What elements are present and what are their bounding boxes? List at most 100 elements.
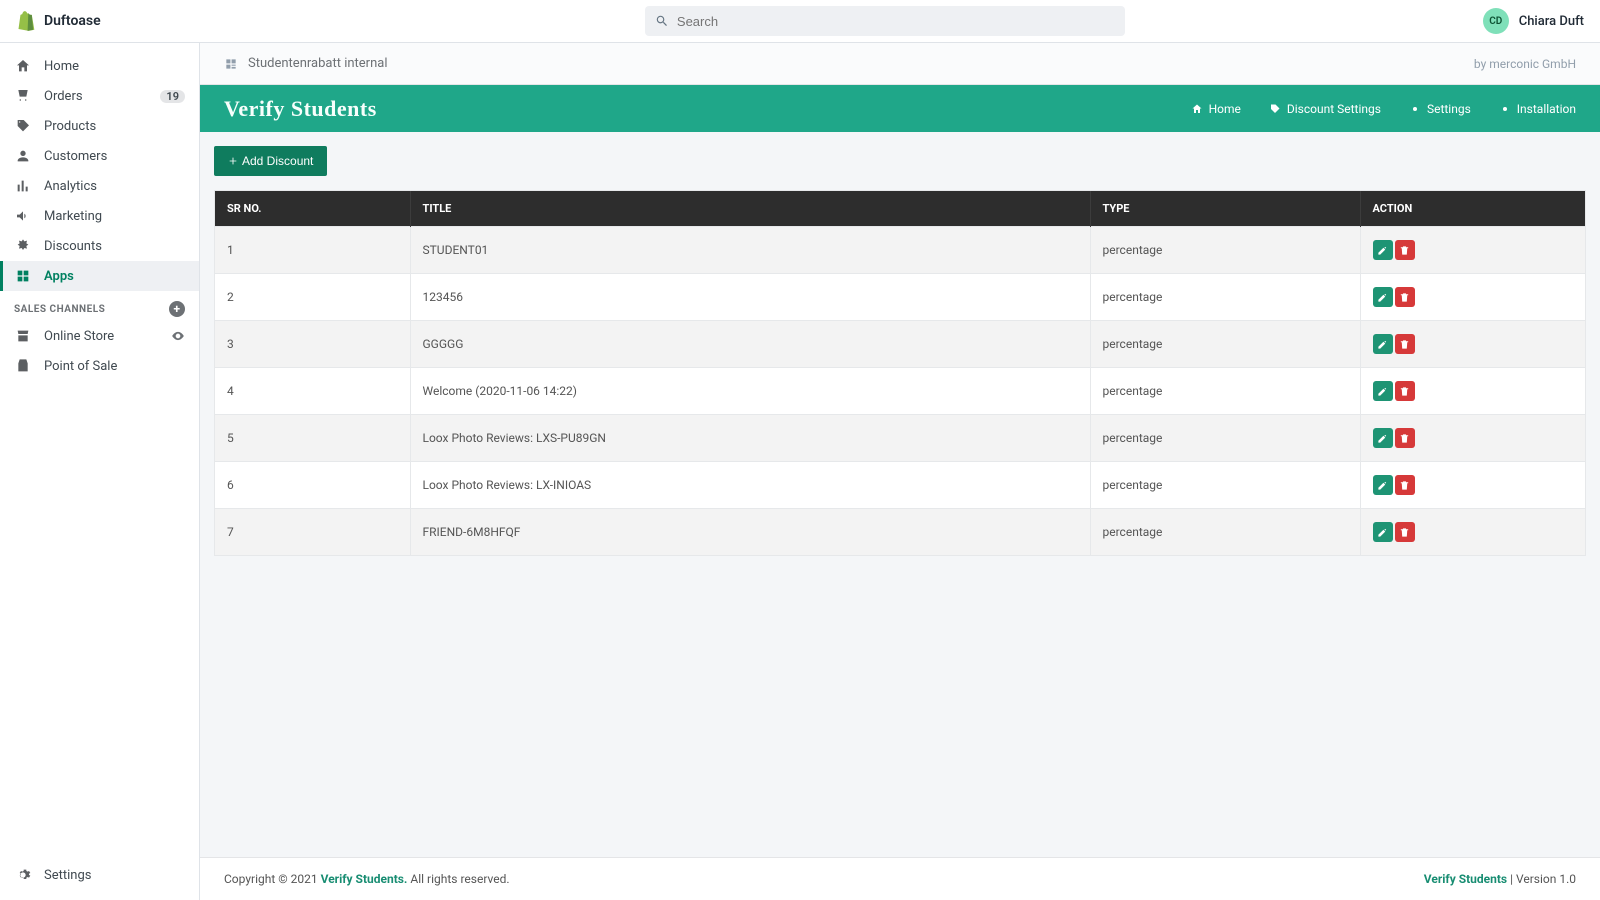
topbar: Duftoase CD Chiara Duft — [0, 0, 1600, 43]
nav-label: Orders — [44, 89, 83, 104]
cell-sr: 7 — [215, 509, 410, 556]
nav-label: Marketing — [44, 209, 102, 224]
nav-label: Online Store — [44, 329, 114, 344]
nav-marketing[interactable]: Marketing — [0, 201, 199, 231]
delete-button[interactable] — [1395, 475, 1415, 495]
app-title: Verify Students — [224, 96, 377, 122]
app-breadcrumb: Studentenrabatt internal — [224, 56, 388, 71]
nav-home[interactable]: Home — [0, 51, 199, 81]
cell-action — [1360, 274, 1585, 321]
cell-title: GGGGG — [410, 321, 1090, 368]
nav-label: Point of Sale — [44, 359, 117, 374]
cell-type: percentage — [1090, 462, 1360, 509]
user-name[interactable]: Chiara Duft — [1519, 14, 1584, 29]
footer-version: | Version 1.0 — [1507, 872, 1576, 886]
delete-button[interactable] — [1395, 522, 1415, 542]
discount-icon — [14, 237, 32, 255]
content: Add Discount SR NO. TITLE TYPE ACTION 1S… — [200, 132, 1600, 857]
table-row: 2123456percentage — [215, 274, 1585, 321]
view-store-icon[interactable] — [171, 329, 185, 343]
delete-button[interactable] — [1395, 287, 1415, 307]
gear-icon — [1409, 103, 1421, 115]
store-icon — [14, 327, 32, 345]
edit-button[interactable] — [1373, 428, 1393, 448]
sales-channels-label: SALES CHANNELS — [14, 304, 105, 315]
edit-button[interactable] — [1373, 522, 1393, 542]
orders-badge: 19 — [160, 90, 185, 103]
home-icon — [1191, 103, 1203, 115]
delete-button[interactable] — [1395, 240, 1415, 260]
cell-action — [1360, 321, 1585, 368]
app-header: Studentenrabatt internal by merconic Gmb… — [200, 43, 1600, 85]
col-sr: SR NO. — [215, 191, 410, 227]
nav-orders[interactable]: Orders 19 — [0, 81, 199, 111]
edit-button[interactable] — [1373, 381, 1393, 401]
cell-type: percentage — [1090, 274, 1360, 321]
footer-rights: All rights reserved. — [407, 872, 509, 886]
footer: Copyright © 2021 Verify Students. All ri… — [200, 857, 1600, 900]
search-input[interactable] — [677, 14, 1115, 29]
cell-title: Loox Photo Reviews: LXS-PU89GN — [410, 415, 1090, 462]
add-discount-button[interactable]: Add Discount — [214, 146, 327, 176]
tag-icon — [14, 117, 32, 135]
avatar[interactable]: CD — [1483, 8, 1509, 34]
edit-button[interactable] — [1373, 334, 1393, 354]
nav-label: Apps — [44, 269, 74, 284]
nav-analytics[interactable]: Analytics — [0, 171, 199, 201]
delete-button[interactable] — [1395, 381, 1415, 401]
edit-button[interactable] — [1373, 475, 1393, 495]
footer-right-brand: Verify Students — [1424, 872, 1507, 886]
nav-apps[interactable]: Apps — [0, 261, 199, 291]
analytics-icon — [14, 177, 32, 195]
nav-online-store[interactable]: Online Store — [0, 321, 199, 351]
table-row: 4Welcome (2020-11-06 14:22)percentage — [215, 368, 1585, 415]
app-menu: Home Discount Settings Settings Installa… — [1191, 102, 1576, 116]
table-row: 1STUDENT01percentage — [215, 227, 1585, 274]
menu-installation[interactable]: Installation — [1499, 102, 1576, 116]
pos-icon — [14, 357, 32, 375]
nav-products[interactable]: Products — [0, 111, 199, 141]
menu-label: Installation — [1517, 102, 1576, 116]
nav-pos[interactable]: Point of Sale — [0, 351, 199, 381]
search-field[interactable] — [645, 6, 1125, 36]
cell-title: FRIEND-6M8HFQF — [410, 509, 1090, 556]
cell-type: percentage — [1090, 227, 1360, 274]
topbar-right: CD Chiara Duft — [1483, 8, 1584, 34]
footer-brand: Verify Students. — [321, 872, 408, 886]
tag-icon — [1269, 103, 1281, 115]
table-header-row: SR NO. TITLE TYPE ACTION — [215, 191, 1585, 227]
col-action: ACTION — [1360, 191, 1585, 227]
nav-label: Products — [44, 119, 96, 134]
nav-customers[interactable]: Customers — [0, 141, 199, 171]
menu-label: Discount Settings — [1287, 102, 1381, 116]
menu-label: Home — [1209, 102, 1241, 116]
gear-icon — [1499, 103, 1511, 115]
home-icon — [14, 57, 32, 75]
table-row: 6Loox Photo Reviews: LX-INIOASpercentage — [215, 462, 1585, 509]
orders-icon — [14, 87, 32, 105]
add-discount-label: Add Discount — [242, 154, 313, 168]
store-name: Duftoase — [44, 13, 101, 29]
delete-button[interactable] — [1395, 428, 1415, 448]
delete-button[interactable] — [1395, 334, 1415, 354]
cell-title: Loox Photo Reviews: LX-INIOAS — [410, 462, 1090, 509]
edit-button[interactable] — [1373, 287, 1393, 307]
nav-discounts[interactable]: Discounts — [0, 231, 199, 261]
menu-discount-settings[interactable]: Discount Settings — [1269, 102, 1381, 116]
menu-settings[interactable]: Settings — [1409, 102, 1471, 116]
sidebar: Home Orders 19 Products Customers Analyt… — [0, 43, 200, 900]
plus-icon — [228, 156, 238, 166]
cell-sr: 2 — [215, 274, 410, 321]
edit-button[interactable] — [1373, 240, 1393, 260]
menu-label: Settings — [1427, 102, 1471, 116]
cell-title: 123456 — [410, 274, 1090, 321]
cell-action — [1360, 368, 1585, 415]
nav-settings[interactable]: Settings — [0, 860, 199, 890]
menu-home[interactable]: Home — [1191, 102, 1241, 116]
cell-type: percentage — [1090, 321, 1360, 368]
add-channel-button[interactable]: + — [169, 301, 185, 317]
main: Studentenrabatt internal by merconic Gmb… — [200, 43, 1600, 900]
cell-action — [1360, 227, 1585, 274]
megaphone-icon — [14, 207, 32, 225]
cell-sr: 3 — [215, 321, 410, 368]
